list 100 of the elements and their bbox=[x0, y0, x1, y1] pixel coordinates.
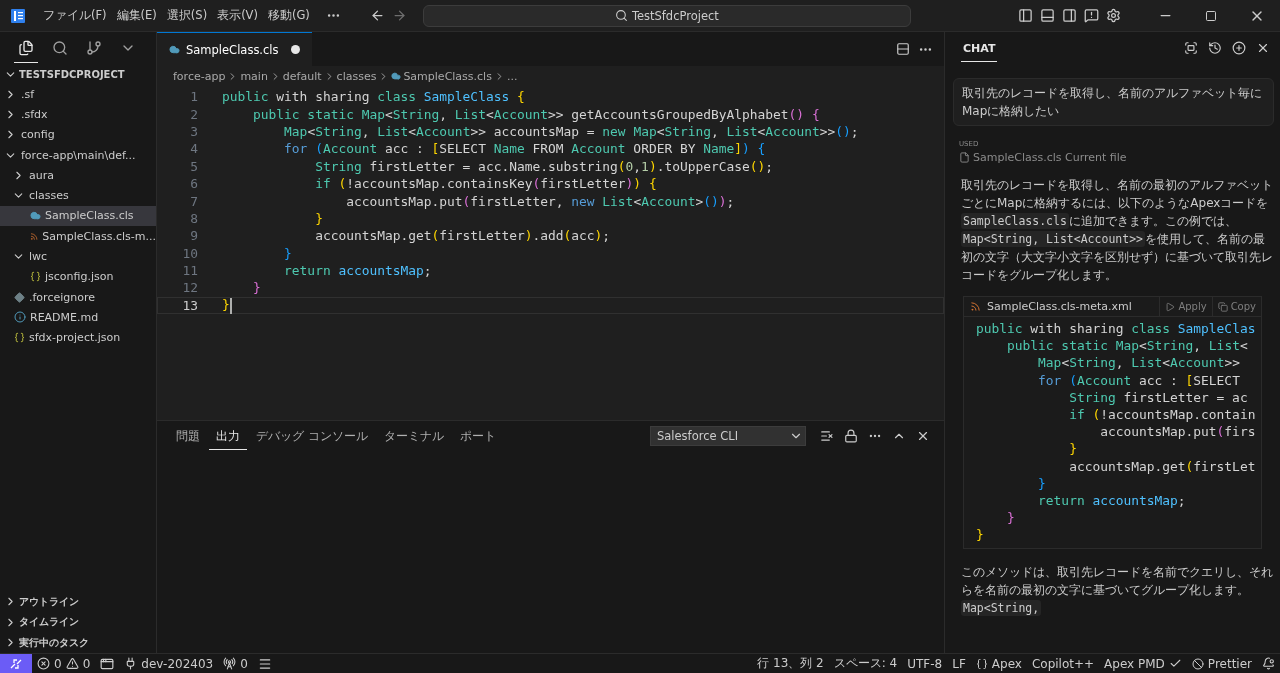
panel-tab[interactable]: ターミナル bbox=[376, 422, 451, 450]
code-line: } bbox=[222, 297, 232, 314]
code-line: public static Map<String, List<Account>> getAccountsGroupedByAlphabet() { bbox=[252, 106, 820, 122]
close-icon[interactable] bbox=[916, 429, 930, 443]
file-item[interactable]: README.md bbox=[0, 307, 156, 328]
folder-item[interactable]: .sf bbox=[0, 84, 156, 105]
folder-item[interactable]: force-app\main\def... bbox=[0, 144, 156, 166]
chat-tab[interactable]: CHAT bbox=[961, 34, 998, 62]
folder-item[interactable]: .sfdx bbox=[0, 104, 156, 125]
breadcrumb[interactable]: main bbox=[240, 69, 268, 83]
status-item[interactable]: UTF-8 bbox=[902, 653, 948, 673]
file-reference[interactable]: SampleClass.cls Current file bbox=[959, 151, 1274, 164]
code-line: if (!accountsMap.containsKey(firstLetter)) { bbox=[314, 176, 657, 192]
org-status[interactable]: dev-202403 bbox=[119, 653, 219, 673]
back-arrow-icon[interactable] bbox=[370, 8, 386, 23]
close-icon[interactable] bbox=[1256, 41, 1270, 55]
bottom-panel-icon[interactable] bbox=[1039, 8, 1055, 23]
rss-icon bbox=[30, 230, 39, 242]
file-item[interactable]: SampleClass.cls-m... bbox=[0, 226, 156, 247]
code-line: accountsMap.get(firstLet bbox=[1068, 458, 1257, 476]
panel-tab[interactable]: 出力 bbox=[209, 422, 247, 450]
code-line: Map<String, List<Account>> accountsMap = new Map<String, List<Account>>(); bbox=[283, 123, 859, 139]
antenna-icon bbox=[223, 657, 237, 670]
code-line: } bbox=[1006, 510, 1016, 528]
line-number: 1 bbox=[189, 89, 199, 105]
ports-status[interactable]: 0 bbox=[218, 653, 253, 673]
new-chat-icon[interactable] bbox=[1232, 41, 1246, 55]
code-line: String firstLetter = acc.Name.substring(0,1).toUpperCase(); bbox=[314, 158, 774, 174]
linter-status[interactable]: Apex PMD bbox=[1099, 653, 1187, 673]
breadcrumb[interactable]: classes bbox=[336, 69, 377, 83]
remote-button[interactable] bbox=[0, 653, 32, 673]
status-item[interactable]: スペース: 4 bbox=[828, 653, 903, 673]
folder-item[interactable]: aura bbox=[0, 165, 156, 186]
line-number: 2 bbox=[189, 106, 199, 122]
prohibited-icon bbox=[1191, 657, 1204, 670]
menu-item[interactable]: ファイル(F) bbox=[38, 4, 112, 27]
fullscreen-icon[interactable] bbox=[1184, 41, 1198, 55]
breadcrumb[interactable]: ... bbox=[506, 69, 518, 83]
panel-tab[interactable]: デバッグ コンソール bbox=[249, 422, 375, 450]
remote-icon bbox=[10, 657, 22, 670]
history-icon[interactable] bbox=[1208, 41, 1222, 55]
section-header[interactable]: タイムライン bbox=[0, 612, 156, 633]
folder-item[interactable]: classes bbox=[0, 185, 156, 206]
clear-output-icon[interactable] bbox=[820, 429, 834, 443]
output-channel-dropdown[interactable]: Salesforce CLI bbox=[650, 426, 806, 446]
line-number: 4 bbox=[189, 141, 199, 157]
file-item[interactable]: SampleClass.cls bbox=[0, 205, 156, 227]
breadcrumb[interactable]: force-app bbox=[173, 69, 226, 83]
menu-item[interactable]: 選択(S) bbox=[161, 4, 213, 27]
file-item[interactable]: .forceignore bbox=[0, 286, 156, 308]
editor-tab[interactable]: SampleClass.cls bbox=[157, 32, 312, 66]
section-header[interactable]: アウトライン bbox=[0, 591, 156, 612]
feedback-icon[interactable] bbox=[1083, 8, 1099, 23]
file-item[interactable]: sfdx-project.json bbox=[0, 327, 156, 348]
status-item[interactable]: LF bbox=[947, 653, 971, 673]
line-number: 3 bbox=[189, 123, 199, 139]
file-item[interactable]: jsconfig.json bbox=[0, 266, 156, 287]
problems-status[interactable]: 0 0 bbox=[32, 653, 96, 673]
code-line: } bbox=[976, 527, 985, 545]
code-line: } bbox=[1068, 441, 1078, 459]
right-panel-icon[interactable] bbox=[1061, 8, 1077, 23]
status-item[interactable]: 行 13、列 2 bbox=[752, 653, 829, 673]
breadcrumb[interactable]: SampleClass.cls bbox=[403, 69, 492, 83]
bell-icon bbox=[1262, 657, 1275, 670]
folder-item[interactable]: config bbox=[0, 124, 156, 145]
play-icon bbox=[1165, 301, 1176, 312]
line-number: 12 bbox=[181, 280, 199, 296]
line-number: 11 bbox=[181, 263, 199, 279]
search-field[interactable]: TestSfdcProject bbox=[422, 4, 911, 27]
section-header[interactable]: 実行中のタスク bbox=[0, 632, 156, 653]
settings-icon[interactable] bbox=[1105, 8, 1121, 23]
panel-tab[interactable]: 問題 bbox=[169, 422, 207, 450]
status-item[interactable]: Copilot++ bbox=[1026, 653, 1100, 673]
info-icon bbox=[14, 311, 26, 324]
code-line: accountsMap.put(firstLetter, new List<Account>()); bbox=[345, 193, 735, 209]
code-line: String firstLetter = ac bbox=[1068, 389, 1249, 407]
braces-icon bbox=[975, 657, 988, 670]
code-line: if (!accountsMap.contain bbox=[1068, 406, 1257, 424]
lock-icon[interactable] bbox=[844, 429, 858, 443]
maximize-icon[interactable] bbox=[1205, 9, 1217, 22]
user-message: 取引先のレコードを取得し、名前のアルファベット毎にMapに格納したい bbox=[953, 78, 1274, 126]
folder-item[interactable]: lwc bbox=[0, 246, 156, 267]
split-editor-icon[interactable] bbox=[896, 42, 910, 56]
menu-item[interactable]: 表示(V) bbox=[212, 4, 263, 27]
menu-item[interactable]: 移動(G) bbox=[262, 4, 315, 27]
search-icon bbox=[614, 9, 628, 22]
menu-item[interactable]: 編集(E) bbox=[111, 4, 162, 27]
language-status[interactable]: Apex bbox=[970, 653, 1027, 673]
error-icon bbox=[37, 657, 50, 670]
breadcrumb[interactable]: default bbox=[282, 69, 322, 83]
panel-tab[interactable]: ポート bbox=[452, 422, 503, 450]
formatter-status[interactable]: Prettier bbox=[1186, 653, 1257, 673]
left-panel-icon[interactable] bbox=[1017, 8, 1033, 23]
project-header[interactable]: TESTSFDCPROJECT bbox=[0, 64, 156, 84]
forward-arrow-icon[interactable] bbox=[392, 8, 408, 23]
code-line: public static Map<String, List< bbox=[1006, 338, 1249, 356]
answer-text: このメソッドは、取引先レコードを名前でクエリし、それらを名前の最初の文字に基づいてグループ化します。 Map<String, bbox=[960, 564, 1274, 618]
cloud-icon bbox=[169, 44, 180, 55]
code-action[interactable]: Apply bbox=[1159, 297, 1212, 317]
code-action[interactable]: Copy bbox=[1211, 297, 1261, 317]
